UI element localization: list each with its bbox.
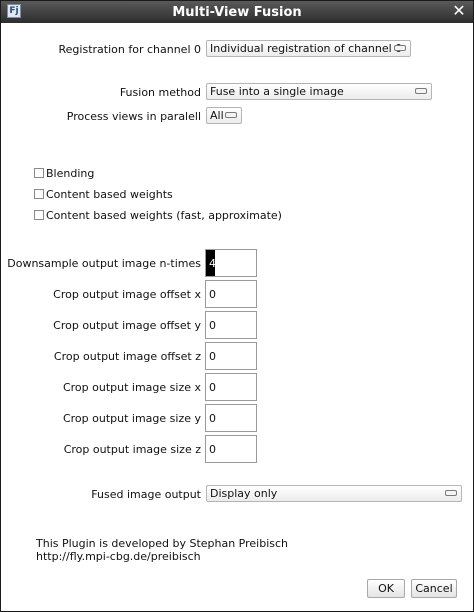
- size-x-input[interactable]: [205, 373, 257, 401]
- offset-y-input[interactable]: [205, 311, 257, 339]
- downsample-label: Downsample output image n-times: [7, 257, 201, 270]
- registration-value: Individual registration of channel 0: [210, 42, 403, 55]
- fused-output-select[interactable]: Display only: [206, 485, 462, 502]
- registration-label: Registration for channel 0: [58, 43, 201, 56]
- size-x-label: Crop output image size x: [62, 381, 201, 394]
- dropdown-arrow-icon: [415, 88, 427, 94]
- dropdown-arrow-icon: [445, 490, 457, 496]
- process-views-select[interactable]: All: [206, 107, 242, 124]
- process-views-label: Process views in paralell: [66, 110, 201, 123]
- registration-select[interactable]: Individual registration of channel 0: [206, 40, 411, 57]
- size-y-input[interactable]: [205, 404, 257, 432]
- credit-text: This Plugin is developed by Stephan Prei…: [36, 537, 289, 550]
- title-bar[interactable]: Fj Multi-View Fusion ✕: [1, 1, 473, 23]
- process-views-value: All: [210, 109, 224, 122]
- downsample-input[interactable]: [205, 249, 257, 277]
- offset-x-label: Crop output image offset x: [53, 288, 201, 301]
- size-z-input[interactable]: [205, 435, 257, 463]
- content-weights-checkbox[interactable]: Content based weights: [34, 188, 173, 201]
- offset-z-label: Crop output image offset z: [53, 350, 201, 363]
- checkbox-icon: [34, 189, 44, 199]
- blending-label: Blending: [46, 167, 95, 180]
- fusion-method-label: Fusion method: [119, 86, 201, 99]
- checkbox-icon: [34, 168, 44, 178]
- offset-z-input[interactable]: [205, 342, 257, 370]
- blending-checkbox[interactable]: Blending: [34, 167, 94, 180]
- fusion-method-value: Fuse into a single image: [210, 85, 344, 98]
- window-title: Multi-View Fusion: [172, 5, 302, 20]
- dialog-window: Fj Multi-View Fusion ✕ Registration for …: [0, 0, 474, 612]
- size-y-label: Crop output image size y: [62, 412, 201, 425]
- offset-x-input[interactable]: [205, 280, 257, 308]
- fused-output-value: Display only: [210, 487, 278, 500]
- fusion-method-select[interactable]: Fuse into a single image: [206, 83, 432, 100]
- fused-output-label: Fused image output: [91, 488, 201, 501]
- content-weights-fast-label: Content based weights (fast, approximate…: [46, 209, 282, 222]
- dropdown-arrow-icon: [394, 45, 406, 51]
- ok-button[interactable]: OK: [367, 579, 405, 598]
- close-icon[interactable]: ✕: [451, 3, 467, 19]
- cancel-button[interactable]: Cancel: [411, 579, 457, 598]
- checkbox-icon: [34, 210, 44, 220]
- size-z-label: Crop output image size z: [63, 443, 201, 456]
- offset-y-label: Crop output image offset y: [53, 319, 201, 332]
- content-weights-fast-checkbox[interactable]: Content based weights (fast, approximate…: [34, 209, 282, 222]
- content-weights-label: Content based weights: [46, 188, 173, 201]
- credit-url: http://fly.mpi-cbg.de/preibisch: [36, 550, 201, 563]
- dropdown-arrow-icon: [225, 112, 237, 118]
